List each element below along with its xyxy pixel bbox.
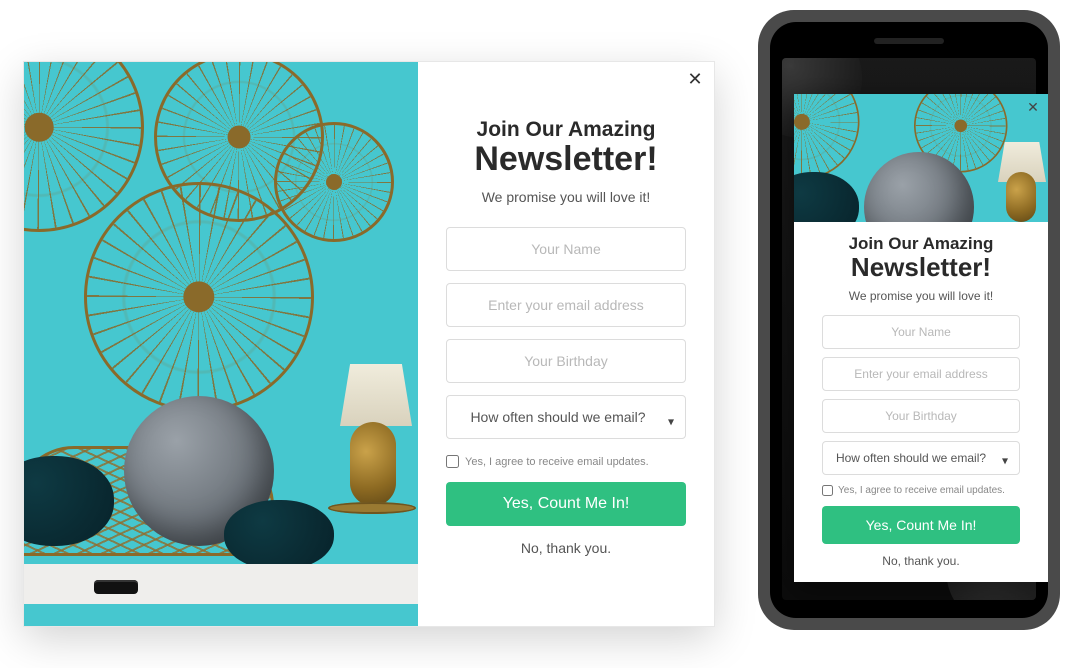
popup-subtitle: We promise you will love it!	[849, 289, 994, 303]
phone-speaker	[874, 38, 944, 44]
popup-title-line1: Join Our Amazing	[849, 234, 994, 254]
popup-subtitle: We promise you will love it!	[482, 189, 651, 205]
agree-label: Yes, I agree to receive email updates.	[838, 485, 1005, 496]
popup-title-line1: Join Our Amazing	[477, 118, 656, 142]
popup-title-line2: Newsletter!	[474, 140, 657, 179]
birthday-input[interactable]	[822, 399, 1020, 433]
popup-title-line2: Newsletter!	[851, 252, 991, 283]
agree-label: Yes, I agree to receive email updates.	[465, 456, 649, 468]
close-icon[interactable]: ✕	[1024, 98, 1042, 116]
decline-link[interactable]: No, thank you.	[521, 540, 611, 556]
birthday-input[interactable]	[446, 339, 686, 383]
frequency-select[interactable]: How often should we email?	[822, 441, 1020, 475]
agree-checkbox[interactable]	[822, 485, 833, 496]
email-input[interactable]	[822, 357, 1020, 391]
popup-hero-image	[24, 62, 418, 626]
name-input[interactable]	[446, 227, 686, 271]
phone-frame: ✕ Join Our Amazing Newsletter! We promis…	[758, 10, 1060, 630]
submit-button[interactable]: Yes, Count Me In!	[822, 506, 1020, 544]
decline-link[interactable]: No, thank you.	[882, 554, 959, 568]
popup-hero-image-mobile: ✕	[794, 94, 1048, 222]
name-input[interactable]	[822, 315, 1020, 349]
email-input[interactable]	[446, 283, 686, 327]
popup-form-panel: ✕ Join Our Amazing Newsletter! We promis…	[418, 62, 714, 626]
frequency-select[interactable]: How often should we email?	[446, 395, 686, 439]
agree-checkbox[interactable]	[446, 455, 459, 468]
newsletter-popup-desktop: ✕ Join Our Amazing Newsletter! We promis…	[24, 62, 714, 626]
phone-screen: ✕ Join Our Amazing Newsletter! We promis…	[770, 22, 1048, 618]
submit-button[interactable]: Yes, Count Me In!	[446, 482, 686, 526]
newsletter-popup-mobile: ✕ Join Our Amazing Newsletter! We promis…	[794, 94, 1048, 582]
agree-row[interactable]: Yes, I agree to receive email updates.	[822, 485, 1020, 496]
close-icon[interactable]: ✕	[686, 70, 704, 88]
popup-form-panel-mobile: Join Our Amazing Newsletter! We promise …	[794, 222, 1048, 582]
agree-row[interactable]: Yes, I agree to receive email updates.	[446, 455, 686, 468]
